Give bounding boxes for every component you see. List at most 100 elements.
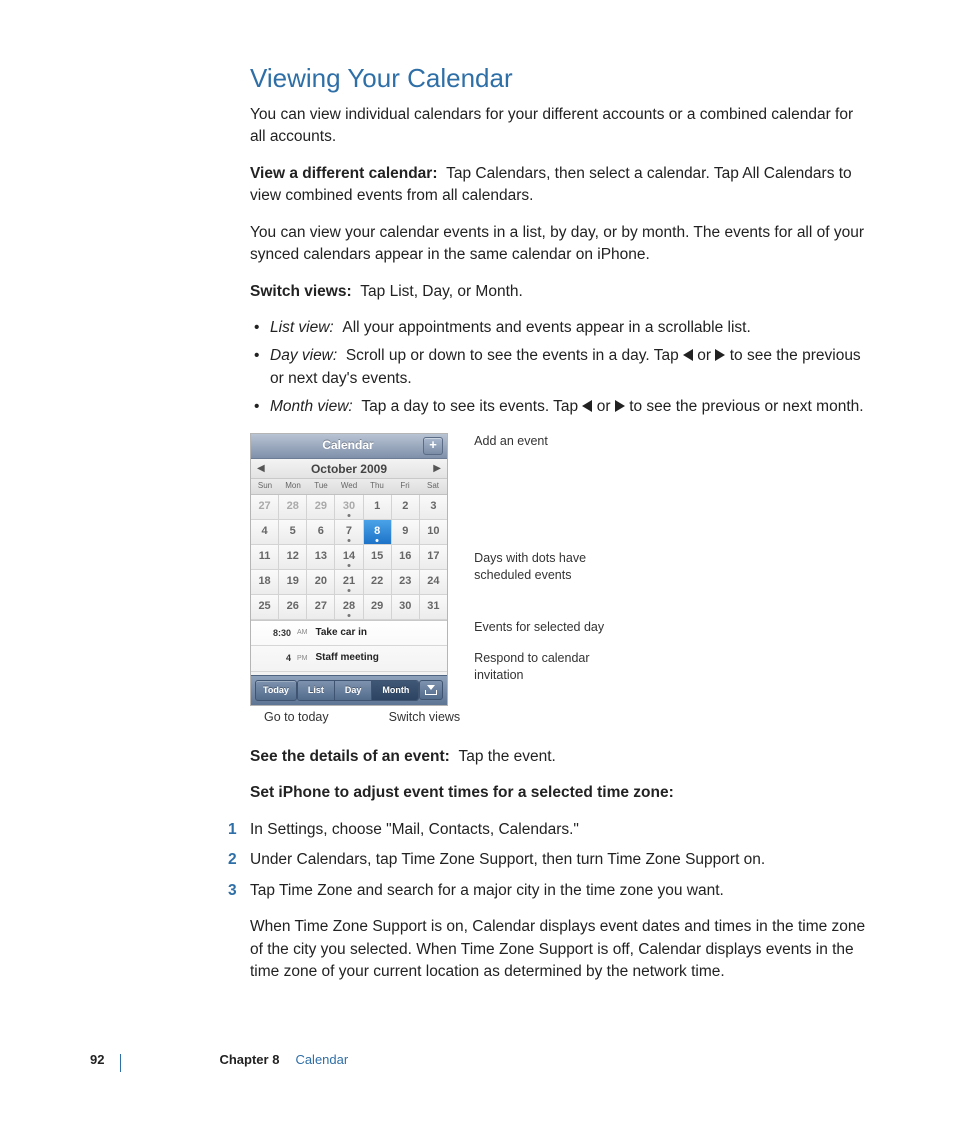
calendar-day-cell[interactable]: 3 — [420, 495, 447, 520]
month-nav-bar: ◀ October 2009 ▶ — [251, 459, 447, 479]
list-item: 2Under Calendars, tap Time Zone Support,… — [250, 849, 870, 871]
calendar-day-cell[interactable]: 2 — [392, 495, 420, 520]
calendar-day-cell[interactable]: 30 — [335, 495, 363, 520]
calendar-day-cell[interactable]: 14 — [335, 545, 363, 570]
calendar-day-cell[interactable]: 28 — [279, 495, 307, 520]
calendar-figure: Calendar + ◀ October 2009 ▶ SunMonTueWed… — [250, 433, 870, 726]
triangle-right-icon — [615, 400, 625, 412]
views-intro-paragraph: You can view your calendar events in a l… — [250, 222, 870, 267]
add-event-button[interactable]: + — [423, 437, 443, 455]
calendar-day-cell[interactable]: 18 — [251, 570, 279, 595]
calendar-day-cell[interactable]: 8 — [364, 520, 392, 545]
seg-list[interactable]: List — [298, 681, 335, 700]
calendar-day-cell[interactable]: 10 — [420, 520, 447, 545]
footer-divider — [120, 1054, 121, 1072]
prev-month-button[interactable]: ◀ — [257, 462, 265, 477]
event-row[interactable]: 4PMStaff meeting — [251, 646, 447, 672]
calendar-day-cell[interactable]: 11 — [251, 545, 279, 570]
calendar-day-cell[interactable]: 4 — [251, 520, 279, 545]
month-label: October 2009 — [311, 461, 387, 478]
month-view-label: Month view: — [270, 398, 353, 415]
chapter-name: Calendar — [295, 1051, 348, 1070]
callout-add-event: Add an event — [474, 433, 634, 450]
seg-month[interactable]: Month — [372, 681, 419, 700]
see-details-body: Tap the event. — [458, 748, 555, 765]
dow-cell: Wed — [335, 479, 363, 494]
calendar-day-cell[interactable]: 7 — [335, 520, 363, 545]
today-button[interactable]: Today — [255, 680, 297, 701]
switch-views-label: Switch views: — [250, 283, 352, 300]
calendar-day-cell[interactable]: 16 — [392, 545, 420, 570]
calendar-day-cell[interactable]: 13 — [307, 545, 335, 570]
calendar-day-cell[interactable]: 26 — [279, 595, 307, 620]
phone-screenshot: Calendar + ◀ October 2009 ▶ SunMonTueWed… — [250, 433, 448, 706]
calendar-day-cell[interactable]: 29 — [364, 595, 392, 620]
calendar-day-cell[interactable]: 27 — [307, 595, 335, 620]
event-row[interactable]: 8:30AMTake car in — [251, 621, 447, 647]
switch-views-body: Tap List, Day, or Month. — [360, 283, 523, 300]
view-different-label: View a different calendar: — [250, 165, 438, 182]
seg-day[interactable]: Day — [335, 681, 373, 700]
dow-cell: Sat — [419, 479, 447, 494]
calendar-day-cell[interactable]: 25 — [251, 595, 279, 620]
calendar-day-cell[interactable]: 12 — [279, 545, 307, 570]
calendar-day-cell[interactable]: 31 — [420, 595, 447, 620]
callout-respond: Respond to calendar invitation — [474, 650, 634, 684]
intro-paragraph: You can view individual calendars for yo… — [250, 104, 870, 149]
calendar-day-cell[interactable]: 9 — [392, 520, 420, 545]
phone-title: Calendar — [273, 437, 423, 454]
calendar-day-cell[interactable]: 5 — [279, 520, 307, 545]
calendar-day-cell[interactable]: 6 — [307, 520, 335, 545]
day-events-list: 8:30AMTake car in4PMStaff meeting — [251, 620, 447, 675]
list-view-label: List view: — [270, 319, 334, 336]
dow-cell: Fri — [391, 479, 419, 494]
next-month-button[interactable]: ▶ — [433, 462, 441, 477]
section-heading: Viewing Your Calendar — [250, 60, 870, 98]
steps-heading: Set iPhone to adjust event times for a s… — [250, 782, 870, 804]
callout-switch-views: Switch views — [389, 708, 461, 726]
inbox-button[interactable] — [419, 680, 443, 700]
calendar-day-cell[interactable]: 22 — [364, 570, 392, 595]
calendar-day-cell[interactable]: 19 — [279, 570, 307, 595]
list-view-body: All your appointments and events appear … — [342, 319, 750, 336]
view-different-paragraph: View a different calendar: Tap Calendars… — [250, 163, 870, 208]
calendar-day-cell[interactable]: 17 — [420, 545, 447, 570]
list-item: Month view: Tap a day to see its events.… — [250, 396, 870, 418]
list-item: 1In Settings, choose "Mail, Contacts, Ca… — [250, 819, 870, 841]
callout-events: Events for selected day — [474, 619, 634, 636]
timezone-paragraph: When Time Zone Support is on, Calendar d… — [250, 916, 870, 983]
calendar-day-cell[interactable]: 1 — [364, 495, 392, 520]
triangle-right-icon — [715, 349, 725, 361]
callout-go-to-today: Go to today — [264, 708, 329, 726]
calendar-day-cell[interactable]: 28 — [335, 595, 363, 620]
day-of-week-header: SunMonTueWedThuFriSat — [251, 479, 447, 495]
calendar-day-cell[interactable]: 29 — [307, 495, 335, 520]
calendar-day-cell[interactable]: 20 — [307, 570, 335, 595]
see-details-paragraph: See the details of an event: Tap the eve… — [250, 746, 870, 768]
list-item: 3Tap Time Zone and search for a major ci… — [250, 880, 870, 902]
day-view-label: Day view: — [270, 347, 337, 364]
calendar-day-cell[interactable]: 30 — [392, 595, 420, 620]
switch-views-paragraph: Switch views: Tap List, Day, or Month. — [250, 281, 870, 303]
calendar-day-cell[interactable]: 23 — [392, 570, 420, 595]
dow-cell: Tue — [307, 479, 335, 494]
month-grid: 2728293012345678910111213141516171819202… — [251, 495, 447, 620]
see-details-label: See the details of an event: — [250, 748, 450, 765]
view-modes-list: List view: All your appointments and eve… — [250, 317, 870, 419]
calendar-day-cell[interactable]: 15 — [364, 545, 392, 570]
page-number: 92 — [90, 1051, 104, 1070]
calendar-day-cell[interactable]: 21 — [335, 570, 363, 595]
list-item: List view: All your appointments and eve… — [250, 317, 870, 339]
triangle-left-icon — [683, 349, 693, 361]
chapter-label: Chapter 8 — [219, 1051, 279, 1070]
dow-cell: Sun — [251, 479, 279, 494]
page-footer: 92 Chapter 8 Calendar — [90, 1051, 348, 1070]
dow-cell: Mon — [279, 479, 307, 494]
figure-callouts: Add an event Days with dots have schedul… — [474, 433, 634, 688]
list-item: Day view: Scroll up or down to see the e… — [250, 345, 870, 390]
calendar-day-cell[interactable]: 27 — [251, 495, 279, 520]
phone-nav-bar: Calendar + — [251, 434, 447, 459]
calendar-day-cell[interactable]: 24 — [420, 570, 447, 595]
callout-dots: Days with dots have scheduled events — [474, 550, 634, 584]
view-segmented-control[interactable]: List Day Month — [297, 680, 419, 701]
